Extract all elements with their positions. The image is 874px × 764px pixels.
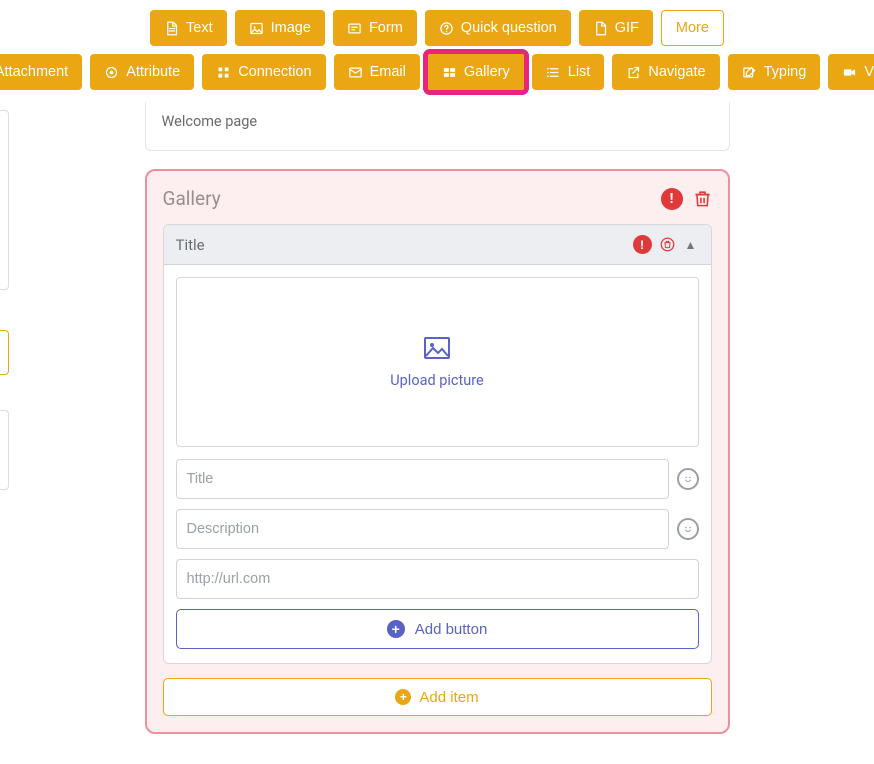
- quick-question-button[interactable]: Quick question: [425, 10, 571, 46]
- add-button-label: Add button: [415, 621, 488, 638]
- video-button-label: Video: [864, 64, 874, 80]
- add-item-label: Add item: [419, 689, 478, 706]
- attachment-button-label: Attachment: [0, 64, 68, 80]
- add-item-button[interactable]: + Add item: [163, 678, 712, 716]
- upload-picture-label: Upload picture: [390, 372, 483, 389]
- text-button-label: Text: [186, 20, 213, 36]
- error-badge-icon[interactable]: !: [661, 188, 683, 210]
- emoji-smile-icon: [682, 523, 694, 535]
- circle-dot-icon: [104, 65, 119, 80]
- form-icon: [347, 21, 362, 36]
- trash-icon: [660, 236, 675, 253]
- pencil-square-icon: [742, 65, 757, 80]
- delete-item-button[interactable]: [660, 236, 675, 253]
- plus-circle-icon: +: [395, 689, 411, 705]
- text-button[interactable]: Text: [150, 10, 227, 46]
- form-button[interactable]: Form: [333, 10, 417, 46]
- image-button[interactable]: Image: [235, 10, 325, 46]
- gif-button-label: GIF: [615, 20, 639, 36]
- side-panel-fragment-active: [0, 330, 9, 375]
- video-icon: [842, 65, 857, 80]
- email-button-label: Email: [370, 64, 406, 80]
- video-button[interactable]: Video: [828, 54, 874, 90]
- gallery-block-header: Gallery !: [163, 187, 712, 210]
- emoji-picker-button[interactable]: [677, 518, 699, 540]
- gallery-button-label: Gallery: [464, 64, 510, 80]
- welcome-page-card[interactable]: Welcome page: [145, 102, 730, 151]
- image-button-label: Image: [271, 20, 311, 36]
- more-button[interactable]: More: [661, 10, 724, 46]
- delete-gallery-button[interactable]: [693, 188, 712, 209]
- gallery-grid-icon: [442, 65, 457, 80]
- upload-picture-area[interactable]: Upload picture: [176, 277, 699, 447]
- picture-icon: [423, 336, 451, 360]
- form-button-label: Form: [369, 20, 403, 36]
- typing-button[interactable]: Typing: [728, 54, 821, 90]
- attachment-button[interactable]: Attachment: [0, 54, 82, 90]
- emoji-smile-icon: [682, 473, 694, 485]
- image-icon: [249, 21, 264, 36]
- navigate-button[interactable]: Navigate: [612, 54, 719, 90]
- gallery-item-header-title: Title: [176, 236, 205, 254]
- chevron-up-icon: ▲: [685, 238, 697, 252]
- gallery-item-header[interactable]: Title ! ▲: [164, 225, 711, 265]
- file-text-icon: [164, 21, 179, 36]
- list-button-label: List: [568, 64, 591, 80]
- more-button-label: More: [676, 20, 709, 36]
- gallery-button[interactable]: Gallery: [428, 54, 524, 90]
- gallery-block: Gallery ! Title !: [145, 169, 730, 734]
- connection-button[interactable]: Connection: [202, 54, 325, 90]
- grid-icon: [216, 65, 231, 80]
- trash-icon: [693, 188, 712, 209]
- email-button[interactable]: Email: [334, 54, 420, 90]
- toolbar-row-1: Text Image Form Quick question GIF More: [0, 10, 874, 46]
- item-error-badge-icon[interactable]: !: [633, 235, 652, 254]
- title-input[interactable]: [176, 459, 669, 499]
- welcome-page-label: Welcome page: [162, 113, 258, 130]
- mail-icon: [348, 65, 363, 80]
- side-panel-fragment: [0, 110, 9, 290]
- side-panel-fragment: [0, 410, 9, 490]
- external-link-icon: [626, 65, 641, 80]
- collapse-toggle[interactable]: ▲: [683, 238, 699, 252]
- toolbar-row-2: Attachment Attribute Connection Email Ga…: [0, 54, 874, 90]
- list-button[interactable]: List: [532, 54, 605, 90]
- url-input[interactable]: [176, 559, 699, 599]
- gif-file-icon: [593, 21, 608, 36]
- typing-button-label: Typing: [764, 64, 807, 80]
- gallery-item-panel: Title ! ▲: [163, 224, 712, 664]
- emoji-picker-button[interactable]: [677, 468, 699, 490]
- gallery-item-body: Upload picture: [164, 265, 711, 663]
- plus-circle-icon: +: [387, 620, 405, 638]
- attribute-button[interactable]: Attribute: [90, 54, 194, 90]
- quick-question-button-label: Quick question: [461, 20, 557, 36]
- gif-button[interactable]: GIF: [579, 10, 653, 46]
- description-input[interactable]: [176, 509, 669, 549]
- attribute-button-label: Attribute: [126, 64, 180, 80]
- gallery-block-title: Gallery: [163, 187, 221, 210]
- toolbar: Text Image Form Quick question GIF More: [0, 0, 874, 102]
- add-button-button[interactable]: + Add button: [176, 609, 699, 649]
- question-circle-icon: [439, 21, 454, 36]
- list-icon: [546, 65, 561, 80]
- navigate-button-label: Navigate: [648, 64, 705, 80]
- connection-button-label: Connection: [238, 64, 311, 80]
